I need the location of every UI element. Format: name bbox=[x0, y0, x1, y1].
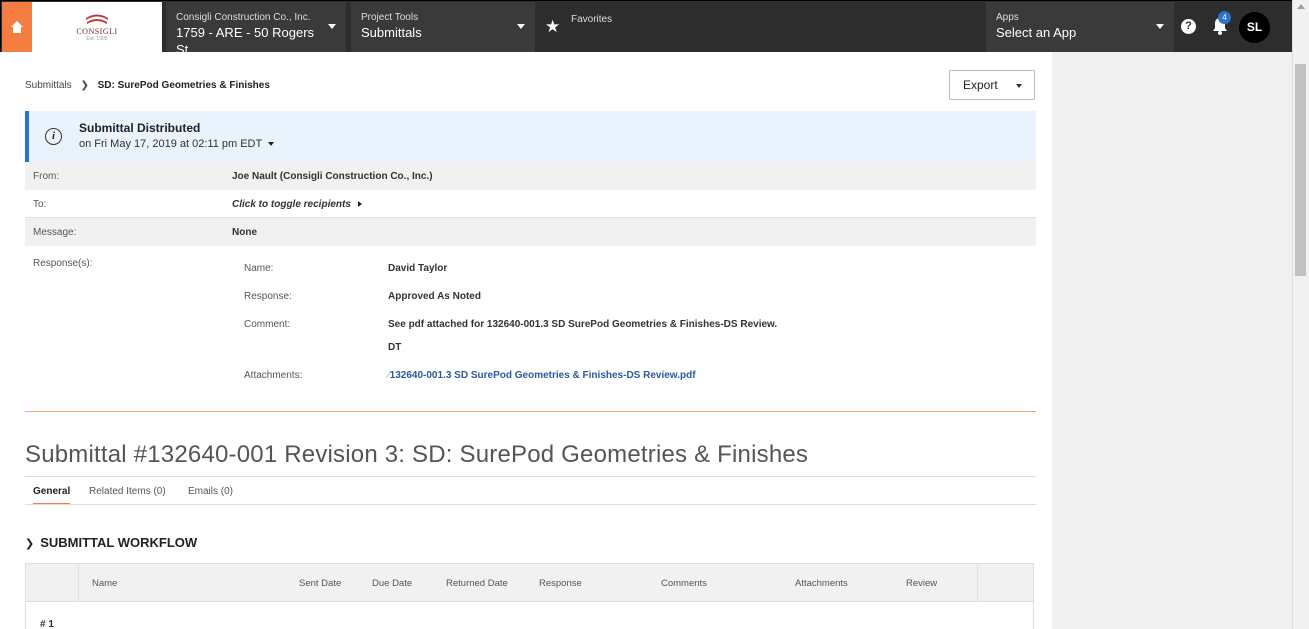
attachment-link[interactable]: ⁄132640-001.3 SD SurePod Geometries & Fi… bbox=[388, 370, 696, 381]
message-label: Message: bbox=[33, 227, 77, 238]
right-side-panel bbox=[1052, 52, 1292, 629]
column-header-returned-date[interactable]: Returned Date bbox=[446, 578, 508, 589]
response-name: David Taylor bbox=[388, 263, 448, 274]
chevron-right-icon: ❯ bbox=[80, 80, 89, 91]
logo-text: CONSIGLI bbox=[76, 27, 118, 36]
attachment-filename: 132640-001.3 SD SurePod Geometries & Fin… bbox=[389, 370, 696, 381]
current-tool: Submittals bbox=[361, 25, 422, 40]
workflow-table: Name Sent Date Due Date Returned Date Re… bbox=[25, 563, 1034, 629]
column-header-due-date[interactable]: Due Date bbox=[372, 578, 412, 589]
project-tools-label: Project Tools bbox=[361, 12, 419, 23]
response-comment-line1: See pdf attached for 132640-001.3 SD Sur… bbox=[388, 319, 778, 330]
company-project-selector[interactable]: Consigli Construction Co., Inc. 1759 - A… bbox=[166, 2, 346, 57]
from-value: Joe Nault (Consigli Construction Co., In… bbox=[232, 171, 433, 182]
top-navigation-bar: CONSIGLI Est. 1905 Consigli Construction… bbox=[0, 0, 1309, 57]
home-icon bbox=[11, 21, 23, 33]
export-button[interactable]: Export bbox=[949, 70, 1035, 100]
export-label: Export bbox=[963, 78, 998, 92]
column-header-response[interactable]: Response bbox=[539, 578, 582, 589]
apps-selector[interactable]: Apps Select an App bbox=[986, 2, 1174, 52]
response-attachments-label: Attachments: bbox=[244, 370, 303, 381]
tabs-divider bbox=[25, 504, 1036, 505]
breadcrumb-current: SD: SurePod Geometries & Finishes bbox=[97, 80, 270, 91]
response-name-label: Name: bbox=[244, 263, 274, 274]
alert-date-toggle[interactable]: on Fri May 17, 2019 at 02:11 pm EDT bbox=[79, 138, 275, 150]
user-avatar[interactable]: SL bbox=[1239, 12, 1270, 43]
caret-down-icon bbox=[268, 142, 275, 147]
chevron-down-icon bbox=[328, 24, 336, 29]
alert-date: on Fri May 17, 2019 at 02:11 pm EDT bbox=[79, 138, 263, 150]
main-content: Submittals ❯ SD: SurePod Geometries & Fi… bbox=[1, 52, 1052, 629]
scroll-up-arrow[interactable] bbox=[1297, 4, 1305, 9]
logo-icon bbox=[86, 14, 108, 24]
notification-badge: 4 bbox=[1218, 11, 1231, 24]
project-tools-selector[interactable]: Project Tools Submittals bbox=[351, 2, 535, 52]
info-icon: i bbox=[45, 128, 62, 145]
column-header-review[interactable]: Review bbox=[906, 578, 937, 589]
tab-general[interactable]: General bbox=[33, 486, 71, 505]
logo-subtext: Est. 1905 bbox=[86, 36, 108, 42]
response-comment-label: Comment: bbox=[244, 319, 291, 330]
caret-right-icon bbox=[357, 201, 362, 207]
to-label: To: bbox=[33, 199, 47, 210]
workflow-step-number: # 1 bbox=[40, 619, 54, 629]
from-label: From: bbox=[33, 171, 60, 182]
distribution-alert: i Submittal Distributed on Fri May 17, 2… bbox=[25, 111, 1036, 162]
star-icon[interactable]: ★ bbox=[545, 17, 560, 37]
column-divider bbox=[977, 564, 978, 602]
breadcrumb: Submittals ❯ SD: SurePod Geometries & Fi… bbox=[25, 80, 270, 91]
company-name: Consigli Construction Co., Inc. bbox=[176, 12, 311, 23]
responses-label: Response(s): bbox=[33, 258, 93, 269]
chevron-down-icon bbox=[1016, 84, 1022, 88]
scrollbar-thumb[interactable] bbox=[1295, 64, 1306, 276]
apps-value: Select an App bbox=[996, 25, 1077, 40]
tab-emails[interactable]: Emails (0) bbox=[188, 486, 233, 503]
response-comment-line2: DT bbox=[388, 342, 402, 353]
title-divider bbox=[25, 476, 1036, 477]
detail-row-from: From: Joe Nault (Consigli Construction C… bbox=[25, 162, 1036, 190]
toggle-recipients-link[interactable]: Click to toggle recipients bbox=[232, 199, 362, 210]
section-divider bbox=[25, 411, 1036, 412]
chevron-down-icon: ❯ bbox=[25, 538, 35, 550]
toggle-recipients-text: Click to toggle recipients bbox=[232, 199, 351, 210]
detail-row-to: To: Click to toggle recipients bbox=[25, 190, 1036, 218]
response-value: Approved As Noted bbox=[388, 291, 481, 302]
apps-label: Apps bbox=[996, 12, 1019, 23]
detail-row-message: Message: None bbox=[25, 218, 1036, 246]
message-value: None bbox=[232, 227, 257, 238]
column-header-attachments[interactable]: Attachments bbox=[795, 578, 848, 589]
home-button[interactable] bbox=[2, 2, 32, 52]
page-title: Submittal #132640-001 Revision 3: SD: Su… bbox=[25, 441, 809, 468]
response-response-label: Response: bbox=[244, 291, 292, 302]
favorites-label[interactable]: Favorites bbox=[571, 14, 612, 25]
column-header-sent-date[interactable]: Sent Date bbox=[299, 578, 341, 589]
column-header-comments[interactable]: Comments bbox=[661, 578, 707, 589]
alert-title: Submittal Distributed bbox=[79, 121, 201, 135]
column-divider bbox=[78, 564, 79, 602]
chevron-down-icon bbox=[517, 24, 525, 29]
help-icon[interactable]: ? bbox=[1181, 19, 1196, 34]
column-header-name[interactable]: Name bbox=[92, 578, 117, 589]
workflow-table-header: Name Sent Date Due Date Returned Date Re… bbox=[26, 564, 1033, 602]
breadcrumb-submittals-link[interactable]: Submittals bbox=[25, 80, 72, 91]
workflow-section-toggle[interactable]: ❯ SUBMITTAL WORKFLOW bbox=[25, 535, 197, 550]
workflow-section-title: SUBMITTAL WORKFLOW bbox=[40, 535, 198, 550]
chevron-down-icon bbox=[1156, 24, 1164, 29]
company-logo[interactable]: CONSIGLI Est. 1905 bbox=[32, 2, 162, 52]
tab-related-items[interactable]: Related Items (0) bbox=[89, 486, 166, 503]
